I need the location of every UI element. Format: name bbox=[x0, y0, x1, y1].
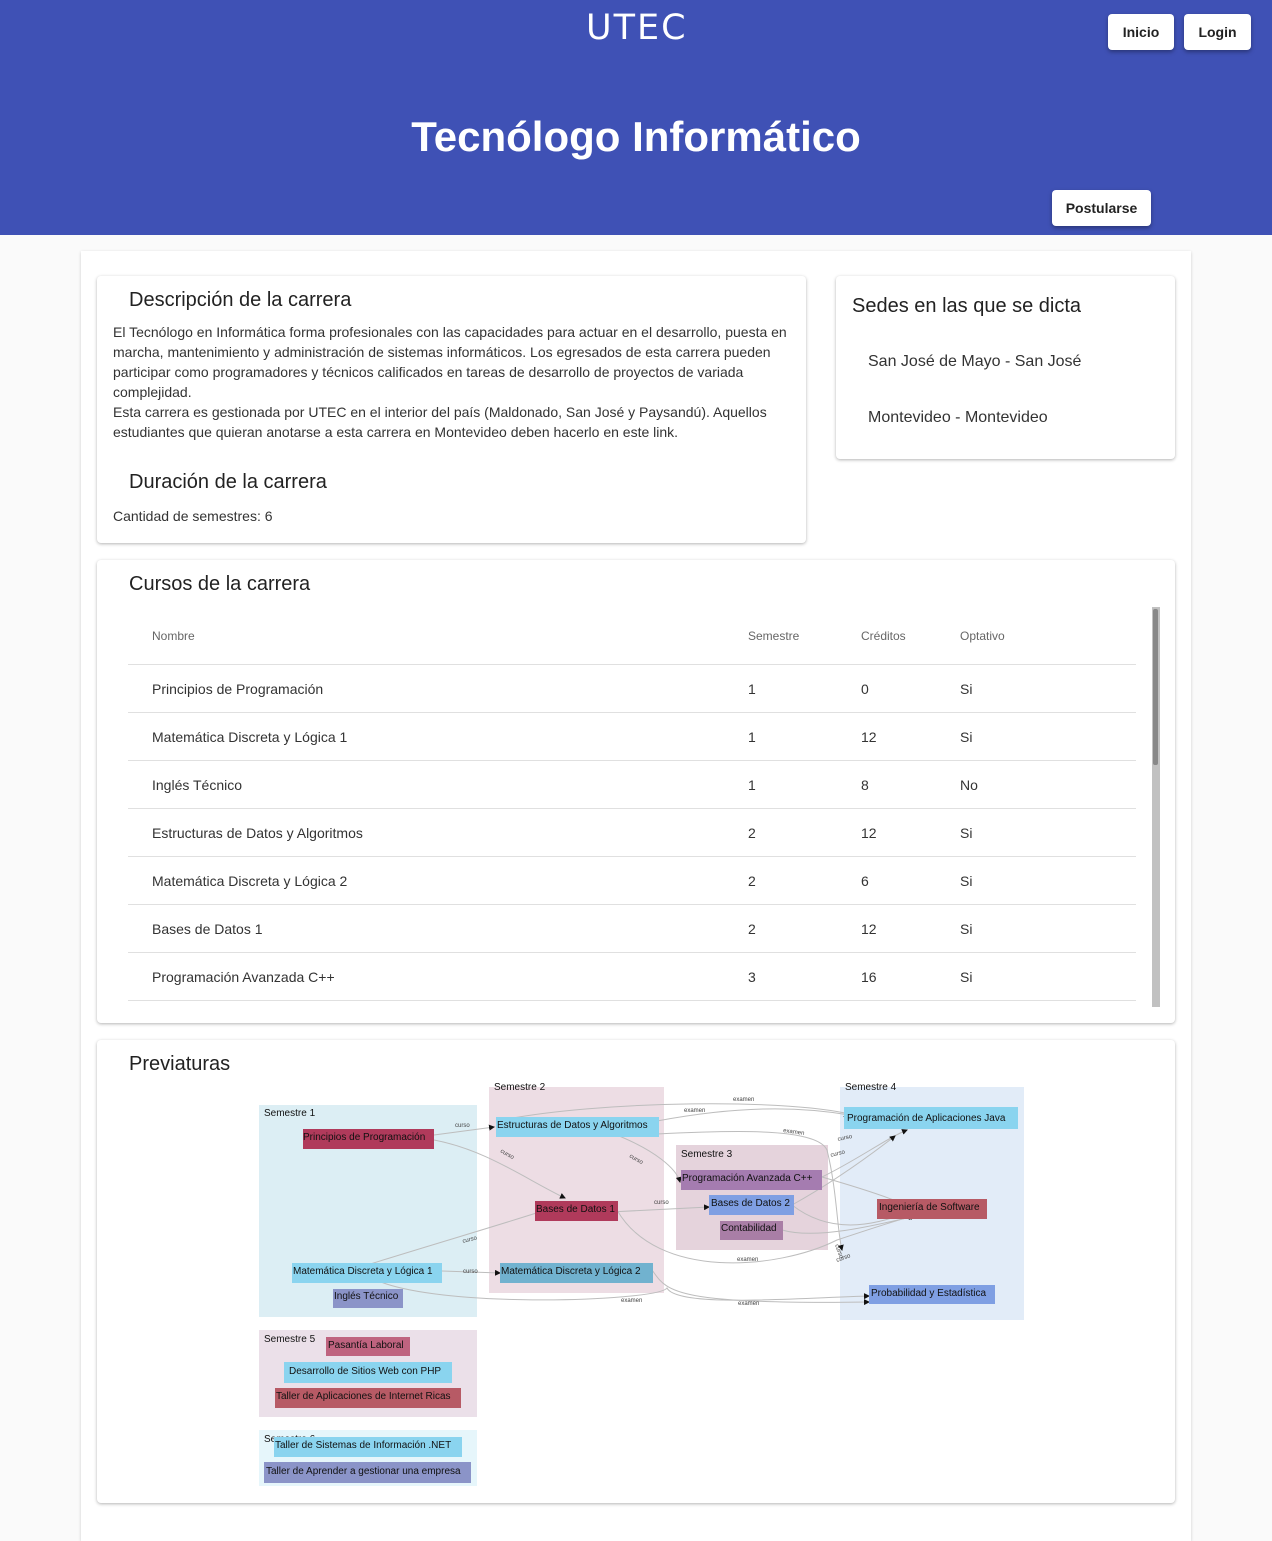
previaturas-graph: Semestre 1 Semestre 2 Semestre 3 Semestr… bbox=[259, 1082, 1024, 1486]
descripcion-paragraph-2: Esta carrera es gestionada por UTEC en e… bbox=[113, 404, 767, 440]
edge-label: curso bbox=[463, 1269, 478, 1275]
cursos-card: Cursos de la carrera Nombre Semestre Cré… bbox=[97, 560, 1175, 1023]
edge-label: curso bbox=[455, 1123, 470, 1129]
column-header-semestre[interactable]: Semestre bbox=[748, 608, 861, 665]
sede-item[interactable]: Montevideo - Montevideo bbox=[868, 409, 1048, 427]
table-row[interactable]: Matemática Discreta y Lógica 1 1 12 Si bbox=[128, 712, 1136, 761]
edge-label: examen bbox=[684, 1108, 705, 1114]
cluster-label: Semestre 1 bbox=[264, 1108, 316, 1119]
node-label: Taller de Aprender a gestionar una empre… bbox=[266, 1466, 461, 1477]
cell-semestre: 1 bbox=[748, 760, 861, 809]
node-label: Bases de Datos 2 bbox=[711, 1198, 790, 1209]
descripcion-card: Descripción de la carrera El Tecnólogo e… bbox=[97, 276, 806, 543]
cell-nombre: Estructuras de Datos y Algoritmos bbox=[128, 808, 748, 857]
cell-nombre: Matemática Discreta y Lógica 1 bbox=[128, 712, 748, 761]
table-header-row: Nombre Semestre Créditos Optativo bbox=[128, 608, 1136, 665]
cell-creditos: 8 bbox=[861, 760, 960, 809]
cell-semestre: 2 bbox=[748, 856, 861, 905]
table-row[interactable]: Estructuras de Datos y Algoritmos 2 12 Si bbox=[128, 808, 1136, 857]
node-label: Matemática Discreta y Lógica 1 bbox=[293, 1266, 433, 1277]
cluster-label: Semestre 4 bbox=[845, 1082, 897, 1093]
edge-label: examen bbox=[737, 1257, 758, 1263]
cell-semestre: 2 bbox=[748, 904, 861, 953]
cell-nombre: Principios de Programación bbox=[128, 664, 748, 713]
node-label: Matemática Discreta y Lógica 2 bbox=[501, 1266, 641, 1277]
cell-optativo: Si bbox=[960, 904, 1136, 953]
previaturas-card: Previaturas Semestre 1 Semestre 2 Semest… bbox=[97, 1040, 1175, 1503]
edge-label: examen bbox=[738, 1301, 759, 1307]
edge-label: examen bbox=[783, 1128, 805, 1137]
cell-semestre: 1 bbox=[748, 712, 861, 761]
utec-logo[interactable]: UTEC bbox=[586, 8, 688, 48]
sedes-card: Sedes en las que se dicta San José de Ma… bbox=[836, 276, 1175, 459]
cell-creditos: 12 bbox=[861, 712, 960, 761]
cell-nombre: Inglés Técnico bbox=[128, 760, 748, 809]
table-row[interactable]: Inglés Técnico 1 8 No bbox=[128, 760, 1136, 809]
cell-nombre: Bases de Datos 1 bbox=[128, 904, 748, 953]
inicio-button[interactable]: Inicio bbox=[1108, 14, 1174, 50]
cluster-label: Semestre 5 bbox=[264, 1334, 316, 1345]
edge-label: curso bbox=[654, 1200, 669, 1206]
cell-creditos: 16 bbox=[861, 952, 960, 1001]
cluster-label: Semestre 3 bbox=[681, 1149, 733, 1160]
cluster-label: Semestre 2 bbox=[494, 1082, 546, 1093]
cell-semestre: 3 bbox=[748, 952, 861, 1001]
cell-optativo: No bbox=[960, 760, 1136, 809]
node-label: Desarrollo de Sitios Web con PHP bbox=[289, 1366, 441, 1377]
cell-creditos: 12 bbox=[861, 904, 960, 953]
cell-semestre: 1 bbox=[748, 664, 861, 713]
duracion-heading: Duración de la carrera bbox=[129, 471, 327, 493]
login-button[interactable]: Login bbox=[1184, 14, 1251, 50]
node-label: Inglés Técnico bbox=[334, 1291, 399, 1302]
edge-label: examen bbox=[733, 1097, 754, 1103]
cell-semestre: 2 bbox=[748, 808, 861, 857]
node-label: Ingeniería de Software bbox=[879, 1202, 980, 1213]
sede-item[interactable]: San José de Mayo - San José bbox=[868, 353, 1081, 371]
table-row[interactable]: Bases de Datos 1 2 12 Si bbox=[128, 904, 1136, 953]
node-label: Pasantía Laboral bbox=[328, 1340, 404, 1351]
cursos-table: Nombre Semestre Créditos Optativo Princi… bbox=[128, 608, 1136, 1001]
node-label: Estructuras de Datos y Algoritmos bbox=[497, 1120, 648, 1131]
descripcion-paragraph-1: El Tecnólogo en Informática forma profes… bbox=[113, 324, 787, 400]
column-header-nombre[interactable]: Nombre bbox=[128, 608, 748, 665]
postularse-button[interactable]: Postularse bbox=[1052, 190, 1151, 226]
node-label: Taller de Sistemas de Información .NET bbox=[275, 1440, 451, 1451]
cell-optativo: Si bbox=[960, 664, 1136, 713]
cell-creditos: 0 bbox=[861, 664, 960, 713]
scrollbar-thumb[interactable] bbox=[1153, 609, 1158, 765]
table-row[interactable]: Matemática Discreta y Lógica 2 2 6 Si bbox=[128, 856, 1136, 905]
cell-optativo: Si bbox=[960, 808, 1136, 857]
node-label: Probabilidad y Estadística bbox=[871, 1288, 987, 1299]
cell-creditos: 12 bbox=[861, 808, 960, 857]
column-header-optativo[interactable]: Optativo bbox=[960, 608, 1136, 665]
node-label: Programación de Aplicaciones Java bbox=[847, 1113, 1006, 1124]
node-label: Principios de Programación bbox=[303, 1132, 425, 1143]
table-row[interactable]: Principios de Programación 1 0 Si bbox=[128, 664, 1136, 713]
table-row[interactable]: Programación Avanzada C++ 3 16 Si bbox=[128, 952, 1136, 1001]
node-label: Contabilidad bbox=[721, 1223, 777, 1234]
app-header: UTEC Inicio Login Tecnólogo Informático … bbox=[0, 0, 1272, 235]
column-header-creditos[interactable]: Créditos bbox=[861, 608, 960, 665]
node-label: Programación Avanzada C++ bbox=[682, 1173, 813, 1184]
cell-nombre: Programación Avanzada C++ bbox=[128, 952, 748, 1001]
edge-label: examen bbox=[621, 1298, 642, 1304]
cell-nombre: Matemática Discreta y Lógica 2 bbox=[128, 856, 748, 905]
sedes-heading: Sedes en las que se dicta bbox=[852, 295, 1082, 317]
node-label: Bases de Datos 1 bbox=[536, 1204, 615, 1215]
cell-optativo: Si bbox=[960, 856, 1136, 905]
descripcion-text: El Tecnólogo en Informática forma profes… bbox=[113, 322, 793, 442]
cell-creditos: 6 bbox=[861, 856, 960, 905]
descripcion-heading: Descripción de la carrera bbox=[129, 289, 352, 311]
cell-optativo: Si bbox=[960, 712, 1136, 761]
page-title: Tecnólogo Informático bbox=[411, 113, 861, 160]
cell-optativo: Si bbox=[960, 952, 1136, 1001]
cursos-heading: Cursos de la carrera bbox=[129, 573, 311, 595]
duracion-text: Cantidad de semestres: 6 bbox=[113, 508, 273, 524]
node-label: Taller de Aplicaciones de Internet Ricas bbox=[276, 1391, 451, 1402]
